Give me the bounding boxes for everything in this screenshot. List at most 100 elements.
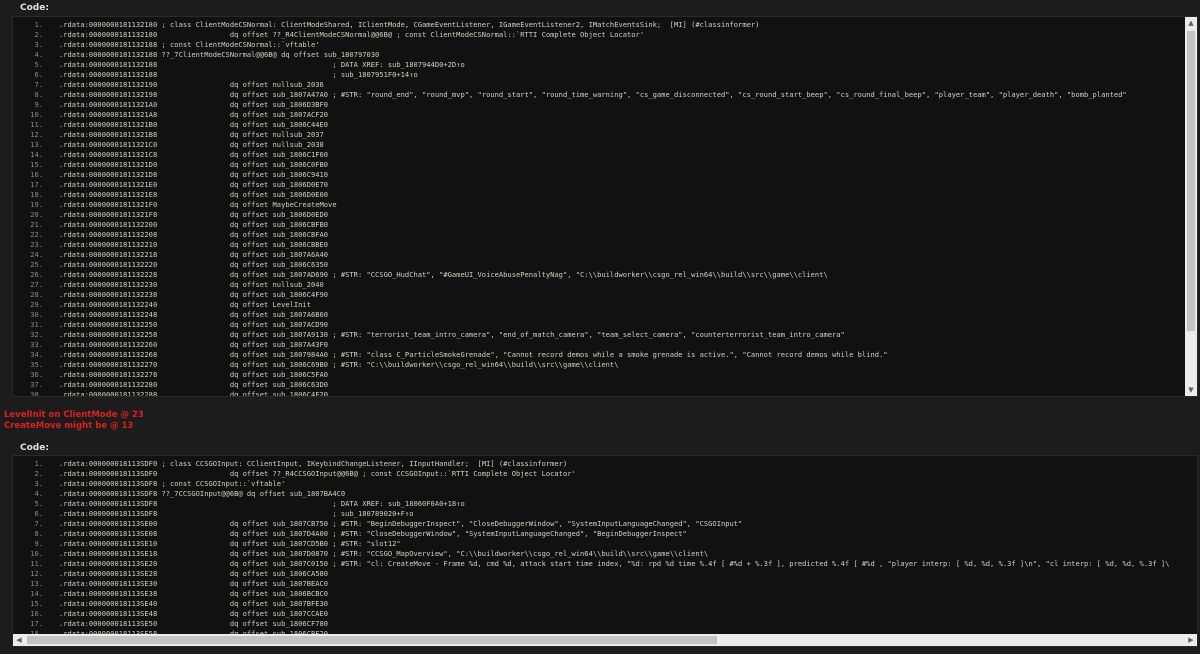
line-text[interactable]: .rdata:000000018113SE08 dq offset sub_18…	[59, 529, 687, 538]
line-number: 36.	[30, 370, 43, 379]
line-text[interactable]: .rdata:0000000181132230 dq offset nullsu…	[59, 280, 324, 289]
code-line: 10. .rdata:000000018113SE18 dq offset sub…	[13, 549, 1197, 559]
code-line: 11. .rdata:000000018113SE20 dq offset sub…	[13, 559, 1197, 569]
vertical-scrollbar-1[interactable]: ▲ ▼	[1185, 17, 1197, 396]
line-number: 1.	[34, 459, 43, 468]
scroll-thumb-2[interactable]	[27, 636, 717, 644]
line-text[interactable]: .rdata:000000018113SDF8 ; DATA XREF: sub…	[59, 499, 465, 508]
line-text[interactable]: .rdata:00000001811321E8 dq offset sub_18…	[59, 190, 328, 199]
line-number: 17.	[30, 619, 43, 628]
line-text[interactable]: .rdata:0000000181132270 dq offset sub_18…	[59, 360, 618, 369]
line-number: 23.	[30, 240, 43, 249]
code-line: 4. .rdata:0000000181132188 ??_7ClientMode…	[13, 50, 1183, 60]
code-line: 22. .rdata:0000000181132208 dq offset sub…	[13, 230, 1183, 240]
code-line: 14. .rdata:000000018113SE38 dq offset sub…	[13, 589, 1197, 599]
line-number: 25.	[30, 260, 43, 269]
line-text[interactable]: .rdata:000000018113SE00 dq offset sub_18…	[59, 519, 742, 528]
line-text[interactable]: .rdata:00000001811321B8 dq offset nullsu…	[59, 130, 324, 139]
horizontal-scrollbar-2[interactable]: ◀ ▶	[13, 634, 1197, 646]
line-text[interactable]: .rdata:0000000181132250 dq offset sub_18…	[59, 320, 328, 329]
code-line: 7. .rdata:0000000181132190 dq offset null…	[13, 80, 1183, 90]
line-text[interactable]: .rdata:000000018113SE38 dq offset sub_18…	[59, 589, 328, 598]
line-text[interactable]: .rdata:0000000181132210 dq offset sub_18…	[59, 240, 328, 249]
line-text[interactable]: .rdata:000000018113SDF8 ??_7CCSGOInput@@…	[59, 489, 345, 498]
code-line: 8. .rdata:0000000181132198 dq offset sub_…	[13, 90, 1183, 100]
code-line: 23. .rdata:0000000181132210 dq offset sub…	[13, 240, 1183, 250]
line-number: 18.	[30, 190, 43, 199]
line-number: 4.	[34, 50, 43, 59]
scroll-up-icon[interactable]: ▲	[1185, 17, 1197, 29]
line-number: 35.	[30, 360, 43, 369]
line-text[interactable]: .rdata:0000000181132238 dq offset sub_18…	[59, 290, 328, 299]
line-text[interactable]: .rdata:000000018113SE40 dq offset sub_18…	[59, 599, 328, 608]
line-text[interactable]: .rdata:00000001811321D8 dq offset sub_18…	[59, 170, 328, 179]
code-line: 20. .rdata:00000001811321F8 dq offset sub…	[13, 210, 1183, 220]
line-text[interactable]: .rdata:000000018113SDF8 ; sub_180789020+…	[59, 509, 413, 518]
line-text[interactable]: .rdata:0000000181132198 dq offset sub_18…	[59, 90, 1127, 99]
line-number: 19.	[30, 200, 43, 209]
line-text[interactable]: .rdata:000000018113SE20 dq offset sub_18…	[59, 559, 1169, 568]
line-text[interactable]: .rdata:0000000181132240 dq offset LevelI…	[59, 300, 311, 309]
line-text[interactable]: .rdata:00000001811321E0 dq offset sub_18…	[59, 180, 328, 189]
line-text[interactable]: .rdata:00000001811321C0 dq offset nullsu…	[59, 140, 324, 149]
line-text[interactable]: .rdata:00000001811321F0 dq offset MaybeC…	[59, 200, 337, 209]
scroll-right-icon[interactable]: ▶	[1185, 634, 1197, 646]
code-line: 3. .rdata:0000000181132188 ; const Client…	[13, 40, 1183, 50]
line-text[interactable]: .rdata:0000000181132180 ; class ClientMo…	[59, 20, 759, 29]
line-text[interactable]: .rdata:0000000181132260 dq offset sub_18…	[59, 340, 328, 349]
line-text[interactable]: .rdata:000000018113SE48 dq offset sub_18…	[59, 609, 328, 618]
line-text[interactable]: .rdata:000000018113SE28 dq offset sub_18…	[59, 569, 328, 578]
line-text[interactable]: .rdata:0000000181132208 dq offset sub_18…	[59, 230, 328, 239]
line-text[interactable]: .rdata:0000000181132188 ; const ClientMo…	[59, 40, 320, 49]
scroll-down-icon[interactable]: ▼	[1185, 384, 1197, 396]
line-number: 9.	[34, 539, 43, 548]
code-lines-1: 1. .rdata:0000000181132180 ; class Client…	[13, 20, 1183, 396]
code-block-1[interactable]: 1. .rdata:0000000181132180 ; class Client…	[12, 16, 1198, 397]
code-line: 14. .rdata:00000001811321C8 dq offset sub…	[13, 150, 1183, 160]
line-text[interactable]: .rdata:00000001811321D0 dq offset sub_18…	[59, 160, 328, 169]
line-text[interactable]: .rdata:0000000181132180 dq offset ??_R4C…	[59, 30, 644, 39]
line-text[interactable]: .rdata:0000000181132188 ; sub_1807951F0+…	[59, 70, 418, 79]
line-text[interactable]: .rdata:000000018113SE50 dq offset sub_18…	[59, 619, 328, 628]
line-number: 33.	[30, 340, 43, 349]
line-text[interactable]: .rdata:0000000181132280 dq offset sub_18…	[59, 380, 328, 389]
line-text[interactable]: .rdata:0000000181132190 dq offset nullsu…	[59, 80, 324, 89]
code-line: 26. .rdata:0000000181132228 dq offset sub…	[13, 270, 1183, 280]
line-text[interactable]: .rdata:0000000181132228 dq offset sub_18…	[59, 270, 828, 279]
code-line: 17. .rdata:00000001811321E0 dq offset sub…	[13, 180, 1183, 190]
line-text[interactable]: .rdata:0000000181132188 ??_7ClientModeCS…	[59, 50, 379, 59]
code-line: 5. .rdata:000000018113SDF8 ; DATA XREF: s…	[13, 499, 1197, 509]
code-line: 1. .rdata:0000000181132180 ; class Client…	[13, 20, 1183, 30]
line-text[interactable]: .rdata:0000000181132258 dq offset sub_18…	[59, 330, 845, 339]
line-number: 14.	[30, 589, 43, 598]
line-text[interactable]: .rdata:000000018113SDF8 ; const CCSGOInp…	[59, 479, 285, 488]
scroll-left-icon[interactable]: ◀	[13, 634, 25, 646]
line-text[interactable]: .rdata:00000001811321B0 dq offset sub_18…	[59, 120, 328, 129]
line-text[interactable]: .rdata:0000000181132200 dq offset sub_18…	[59, 220, 328, 229]
code-line: 31. .rdata:0000000181132250 dq offset sub…	[13, 320, 1183, 330]
line-text[interactable]: .rdata:0000000181132188 ; DATA XREF: sub…	[59, 60, 465, 69]
line-text[interactable]: .rdata:0000000181132248 dq offset sub_18…	[59, 310, 328, 319]
line-text[interactable]: .rdata:0000000181132220 dq offset sub_18…	[59, 260, 328, 269]
line-text[interactable]: .rdata:0000000181132288 dq offset sub_18…	[59, 390, 328, 396]
line-text[interactable]: .rdata:00000001811321A8 dq offset sub_18…	[59, 110, 328, 119]
scroll-thumb-1[interactable]	[1187, 31, 1195, 331]
line-number: 5.	[34, 499, 43, 508]
line-text[interactable]: .rdata:000000018113SE30 dq offset sub_18…	[59, 579, 328, 588]
line-number: 6.	[34, 509, 43, 518]
line-text[interactable]: .rdata:00000001811321C8 dq offset sub_18…	[59, 150, 328, 159]
line-text[interactable]: .rdata:00000001811321A0 dq offset sub_18…	[59, 100, 328, 109]
line-number: 2.	[34, 469, 43, 478]
line-text[interactable]: .rdata:000000018113SDF0 ; class CCSGOInp…	[59, 459, 567, 468]
line-text[interactable]: .rdata:0000000181132268 dq offset sub_18…	[59, 350, 888, 359]
line-number: 26.	[30, 270, 43, 279]
line-text[interactable]: .rdata:000000018113SE10 dq offset sub_18…	[59, 539, 401, 548]
line-text[interactable]: .rdata:00000001811321F8 dq offset sub_18…	[59, 210, 328, 219]
line-text[interactable]: .rdata:000000018113SE18 dq offset sub_18…	[59, 549, 708, 558]
code-line: 15. .rdata:000000018113SE40 dq offset sub…	[13, 599, 1197, 609]
line-number: 1.	[34, 20, 43, 29]
code-block-2[interactable]: 1. .rdata:000000018113SDF0 ; class CCSGOI…	[12, 455, 1198, 647]
line-text[interactable]: .rdata:0000000181132278 dq offset sub_18…	[59, 370, 328, 379]
line-text[interactable]: .rdata:0000000181132218 dq offset sub_18…	[59, 250, 328, 259]
line-text[interactable]: .rdata:000000018113SDF0 dq offset ??_R4C…	[59, 469, 576, 478]
